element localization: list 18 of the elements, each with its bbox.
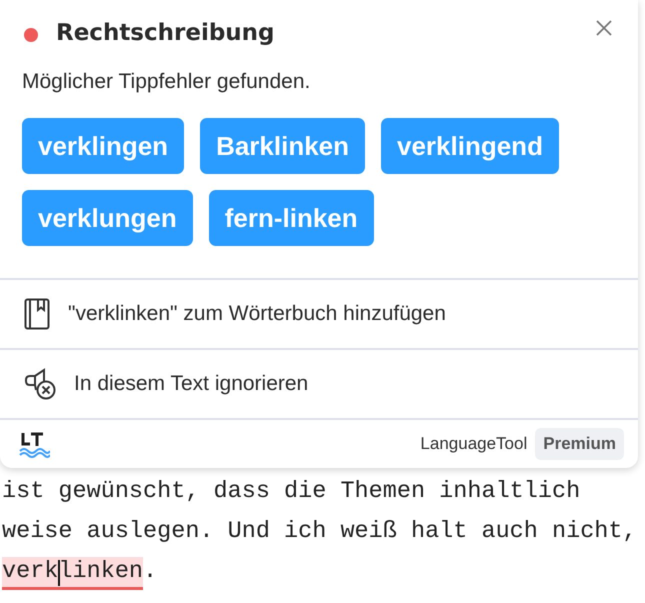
editor-text-line: weise auslegen. Und ich weiß halt auch nicht, <box>2 517 638 547</box>
suggestion-button[interactable]: verklingend <box>381 118 559 174</box>
suggestion-button[interactable]: fern-linken <box>208 190 374 246</box>
logo-icon <box>18 430 50 458</box>
editor-text: . <box>143 558 158 585</box>
action-link[interactable]: In diesem Text ignorieren <box>74 372 308 396</box>
close-icon[interactable] <box>596 20 612 36</box>
message-text: Möglicher Tippfehler gefunden. <box>22 70 312 94</box>
action-link[interactable]: "verklinken" zum Wörterbuch hinzufügen <box>68 302 446 326</box>
premium-badge[interactable]: Premium <box>535 428 624 460</box>
editor-text-line: ist gewünscht, dass die Themen inhaltlich <box>2 477 582 507</box>
ignore-icon <box>24 368 56 400</box>
suggestion-button[interactable]: verklungen <box>22 190 193 246</box>
book-icon <box>24 298 50 330</box>
brand-name: LanguageTool <box>420 434 528 454</box>
category-title: Rechtschreibung <box>56 20 276 46</box>
suggestion-button[interactable]: verklingen <box>22 118 184 174</box>
suggestion-button[interactable]: Barklinken <box>200 118 366 174</box>
